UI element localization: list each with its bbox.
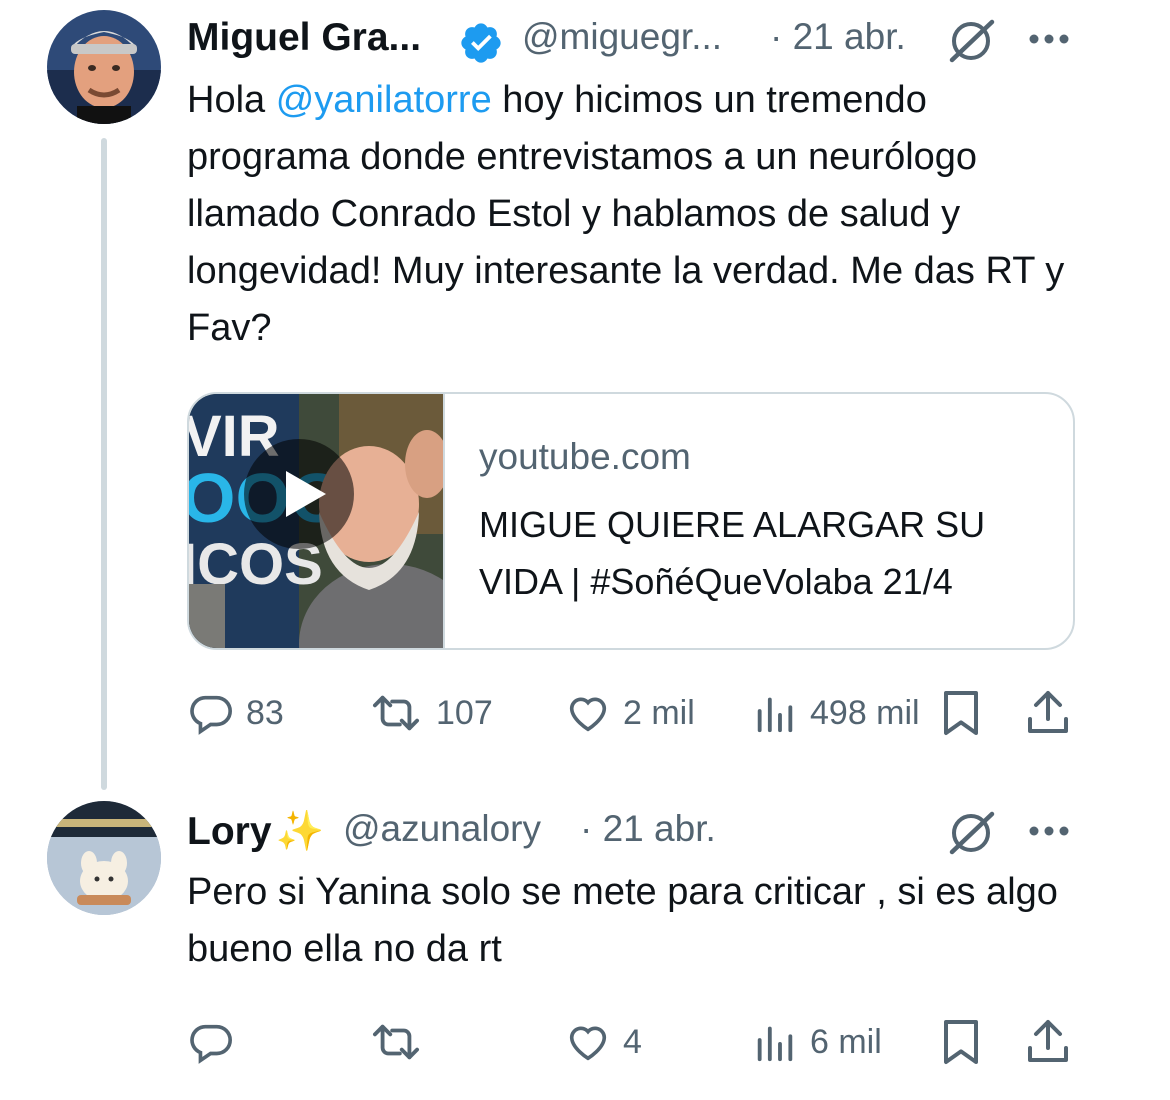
reply-icon <box>190 695 232 735</box>
like-icon <box>569 1026 607 1061</box>
retweet-count: 107 <box>436 693 493 732</box>
grok-icon[interactable] <box>944 16 998 66</box>
views-count: 498 mil <box>810 693 920 732</box>
share-icon[interactable] <box>1026 689 1070 737</box>
tweet2-timestamp[interactable]: · 21 abr. <box>580 808 716 850</box>
views-icon <box>757 697 793 733</box>
verified-badge-icon <box>458 20 504 71</box>
views-button[interactable]: 6 mil <box>752 1019 882 1065</box>
miguel-avatar[interactable] <box>47 10 161 124</box>
youtube-link-card[interactable]: VIR OOO ICOS youtube.com MIGUE QUIERE AL… <box>187 392 1075 650</box>
views-button[interactable]: 498 mil <box>752 690 920 736</box>
play-icon <box>244 439 354 549</box>
tweet2-name-text: Lory <box>187 810 272 853</box>
sparkles-emoji: ✨ <box>275 810 325 853</box>
more-icon[interactable] <box>1028 32 1070 46</box>
views-icon <box>757 1026 793 1062</box>
share-icon[interactable] <box>1026 1018 1070 1066</box>
tweet1-author-name[interactable]: Miguel Gra... <box>187 16 421 60</box>
tweet2-author-name[interactable]: Lory ✨ <box>187 808 324 854</box>
reply-icon <box>190 1024 232 1064</box>
reply-button[interactable] <box>188 1019 246 1065</box>
lory-avatar[interactable] <box>47 801 161 915</box>
bookmark-icon[interactable] <box>940 1018 982 1066</box>
views-count: 6 mil <box>810 1022 882 1061</box>
tweet1-timestamp[interactable]: · 21 abr. <box>770 16 906 58</box>
like-button[interactable]: 2 mil <box>565 690 695 736</box>
like-button[interactable]: 4 <box>565 1019 642 1065</box>
tweet1-text-start: Hola <box>187 79 276 121</box>
like-count: 2 mil <box>623 693 695 732</box>
grok-icon[interactable] <box>944 808 998 858</box>
retweet-icon <box>373 695 420 731</box>
card-title: MIGUE QUIERE ALARGAR SU VIDA | #SoñéQueV… <box>479 504 986 602</box>
like-icon <box>569 697 607 732</box>
thread-connector-line <box>101 138 107 790</box>
retweet-button[interactable] <box>368 1019 436 1065</box>
like-count: 4 <box>623 1022 642 1061</box>
retweet-button[interactable]: 107 <box>368 690 493 736</box>
tweet1-text: Hola @yanilatorre hoy hicimos un tremend… <box>187 72 1087 357</box>
tweet1-handle[interactable]: @miguegr... <box>522 16 722 58</box>
reply-count: 83 <box>246 693 284 732</box>
card-domain: youtube.com <box>479 436 691 477</box>
retweet-icon <box>373 1024 420 1060</box>
bookmark-icon[interactable] <box>940 689 982 737</box>
more-icon[interactable] <box>1028 824 1070 838</box>
reply-button[interactable]: 83 <box>188 690 284 736</box>
tweet2-text: Pero si Yanina solo se mete para critica… <box>187 871 1058 970</box>
card-divider <box>443 394 445 648</box>
video-thumbnail: VIR OOO ICOS <box>189 394 443 648</box>
tweet2-handle[interactable]: @azunalory <box>343 808 541 850</box>
mention-link[interactable]: @yanilatorre <box>276 79 492 121</box>
